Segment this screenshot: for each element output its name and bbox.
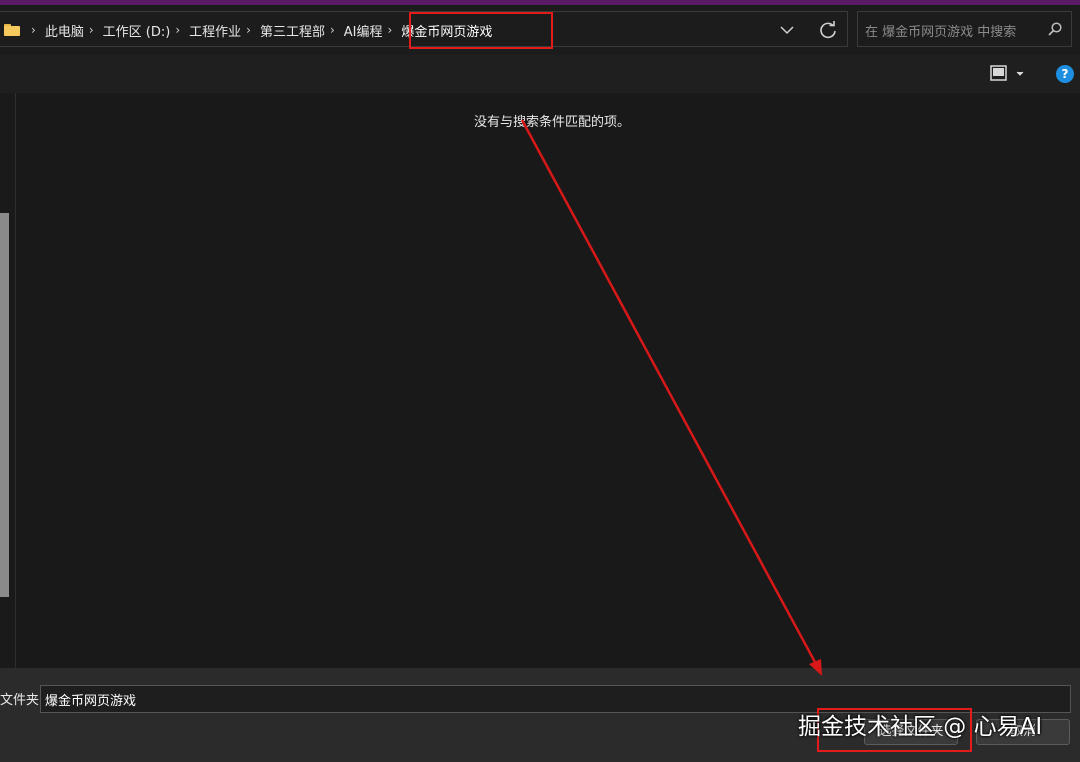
- highlight-box-breadcrumb: [409, 12, 553, 49]
- watermark: 掘金技术社区 @ 心易AI: [798, 714, 1043, 740]
- annotation-arrow: [520, 119, 822, 676]
